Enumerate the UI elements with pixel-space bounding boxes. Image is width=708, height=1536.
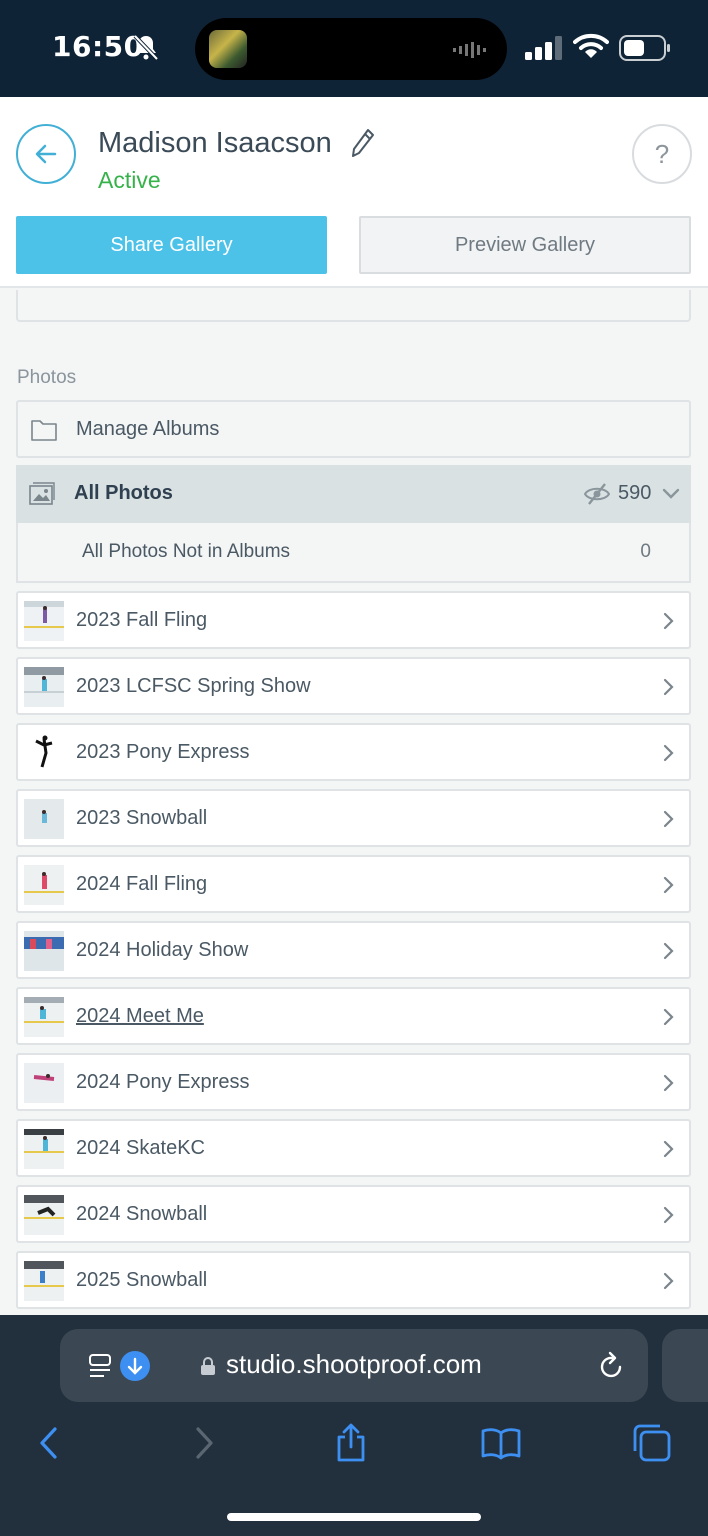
album-label: 2023 Snowball (76, 807, 208, 829)
eye-slash-icon[interactable] (584, 482, 610, 506)
album-row[interactable]: 2023 Pony Express (16, 723, 691, 781)
album-row[interactable]: 2024 Snowball (16, 1185, 691, 1243)
album-row[interactable]: 2023 Fall Fling (16, 591, 691, 649)
not-in-albums-count: 0 (640, 541, 651, 562)
chevron-right-icon (663, 744, 674, 762)
album-row[interactable]: 2024 Meet Me (16, 987, 691, 1045)
album-thumbnail (24, 931, 64, 971)
share-icon[interactable] (331, 1423, 371, 1463)
album-row[interactable]: 2023 LCFSC Spring Show (16, 657, 691, 715)
not-in-albums-label: All Photos Not in Albums (82, 541, 291, 562)
tabs-icon[interactable] (632, 1423, 672, 1463)
album-thumbnail (24, 865, 64, 905)
back-button[interactable] (16, 124, 76, 184)
album-label: 2024 Fall Fling (76, 873, 208, 895)
album-thumbnail (24, 1195, 64, 1235)
photos-section-label: Photos (17, 367, 77, 388)
preview-gallery-button[interactable]: Preview Gallery (359, 216, 691, 274)
share-gallery-button[interactable]: Share Gallery (16, 216, 327, 274)
lock-icon (201, 1357, 215, 1375)
album-label: 2024 Pony Express (76, 1071, 250, 1093)
chevron-right-icon (663, 876, 674, 894)
album-thumbnail (24, 799, 64, 839)
edit-pencil-icon[interactable] (350, 127, 376, 159)
audio-wave-icon (453, 42, 486, 58)
album-thumbnail (24, 601, 64, 641)
arrow-left-icon (35, 144, 57, 164)
album-label: 2023 Fall Fling (76, 609, 208, 631)
album-label: 2024 Meet Me (76, 1005, 204, 1027)
album-thumbnail (24, 997, 64, 1037)
chevron-right-icon (663, 1008, 674, 1026)
photo-icon (29, 482, 55, 505)
album-thumbnail (24, 1261, 64, 1301)
chevron-right-icon (663, 678, 674, 696)
browser-toolbar: studio.shootproof.com (0, 1315, 708, 1536)
back-arrow-icon[interactable] (30, 1423, 70, 1463)
client-name: Madison Isaacson (98, 127, 332, 159)
album-row[interactable]: 2024 SkateKC (16, 1119, 691, 1177)
chevron-right-icon (663, 1074, 674, 1092)
gallery-header: Madison Isaacson Active ? Share Gallery … (0, 97, 708, 288)
chevron-right-icon (663, 1206, 674, 1224)
now-playing-artwork (209, 30, 247, 68)
status-bar: 16:50 (0, 0, 708, 97)
download-icon[interactable] (120, 1351, 150, 1381)
album-label: 2023 Pony Express (76, 741, 250, 763)
album-label: 2024 Holiday Show (76, 939, 249, 961)
bell-off-icon (133, 34, 159, 61)
album-label: 2025 Snowball (76, 1269, 208, 1291)
forward-arrow-icon[interactable] (184, 1423, 224, 1463)
chevron-right-icon (663, 612, 674, 630)
album-row[interactable]: 2025 Snowball (16, 1251, 691, 1309)
manage-albums-label: Manage Albums (76, 418, 220, 440)
home-indicator[interactable] (227, 1513, 481, 1521)
album-row[interactable]: 2024 Pony Express (16, 1053, 691, 1111)
cellular-signal-icon (525, 36, 562, 60)
not-in-albums-row[interactable]: All Photos Not in Albums 0 (16, 523, 691, 583)
url-text: studio.shootproof.com (226, 1349, 482, 1379)
folder-icon (31, 420, 57, 441)
chevron-down-icon[interactable] (662, 488, 680, 500)
album-thumbnail (24, 733, 64, 773)
chevron-right-icon (663, 1140, 674, 1158)
album-label: 2024 Snowball (76, 1203, 208, 1225)
wifi-icon (573, 33, 609, 58)
manage-albums-button[interactable]: Manage Albums (16, 400, 691, 458)
album-thumbnail (24, 667, 64, 707)
gallery-status: Active (98, 167, 161, 193)
album-thumbnail (24, 1129, 64, 1169)
album-row[interactable]: 2024 Holiday Show (16, 921, 691, 979)
album-thumbnail (24, 1063, 64, 1103)
next-tab-peek[interactable] (662, 1329, 708, 1402)
previous-card-bottom (16, 290, 691, 322)
all-photos-count: 590 (618, 482, 652, 504)
album-label: 2024 SkateKC (76, 1137, 205, 1159)
address-bar[interactable]: studio.shootproof.com (60, 1329, 648, 1402)
battery-icon (619, 35, 670, 61)
all-photos-row[interactable]: All Photos 590 (16, 465, 691, 523)
all-photos-label: All Photos (74, 482, 173, 504)
chevron-right-icon (663, 942, 674, 960)
chevron-right-icon (663, 810, 674, 828)
album-row[interactable]: 2024 Fall Fling (16, 855, 691, 913)
reload-icon[interactable] (598, 1351, 626, 1381)
page-menu-icon[interactable] (88, 1353, 114, 1379)
bookmarks-icon[interactable] (481, 1423, 521, 1463)
chevron-right-icon (663, 1272, 674, 1290)
dynamic-island[interactable] (195, 18, 507, 80)
album-row[interactable]: 2023 Snowball (16, 789, 691, 847)
status-time: 16:50 (52, 30, 144, 63)
help-button[interactable]: ? (632, 124, 692, 184)
album-label: 2023 LCFSC Spring Show (76, 675, 311, 697)
